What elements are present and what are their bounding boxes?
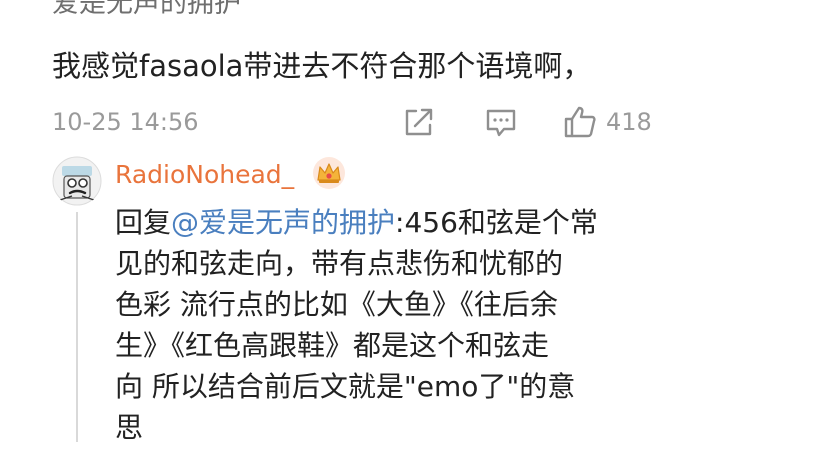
avatar-face-icon bbox=[52, 156, 102, 206]
thread-line bbox=[76, 212, 78, 442]
share-button[interactable] bbox=[402, 104, 436, 140]
comment-icon bbox=[486, 109, 516, 137]
reply-line-1: 回复@爱是无声的拥护:456和弦是个常 bbox=[115, 202, 675, 243]
share-icon bbox=[405, 108, 433, 136]
reply-prefix: 回复 bbox=[115, 206, 172, 239]
reply-line-4: 生》《红色高跟鞋》都是这个和弦走 bbox=[115, 329, 550, 362]
mention-link[interactable]: @爱是无声的拥护 bbox=[171, 206, 395, 239]
comment-button[interactable] bbox=[484, 104, 518, 140]
comment-meta-row: 10-25 14:56 418 bbox=[52, 104, 672, 144]
reply-line-3: 色彩 流行点的比如《大鱼》《往后余 bbox=[115, 288, 558, 321]
reply-first-line-rest: :456和弦是个常 bbox=[395, 206, 598, 239]
reply-line-6: 思 bbox=[115, 411, 144, 444]
reply-body: 回复@爱是无声的拥护:456和弦是个常 见的和弦走向，带有点悲伤和忧郁的 色彩 … bbox=[115, 202, 675, 448]
reply-thread: RadioNohead_ 回复@爱是无声的拥护:456和弦是个常 见的和弦走向，… bbox=[52, 154, 782, 454]
comment-timestamp: 10-25 14:56 bbox=[52, 108, 199, 136]
crown-icon bbox=[313, 157, 345, 189]
like-count: 418 bbox=[606, 108, 652, 136]
comment-text: 我感觉fasaola带进去不符合那个语境啊， bbox=[52, 49, 592, 83]
comment-author[interactable]: 爱是无声的拥护 bbox=[52, 0, 241, 22]
like-icon bbox=[564, 106, 596, 138]
reply-line-2: 见的和弦走向，带有点悲伤和忧郁的 bbox=[115, 247, 564, 280]
avatar[interactable] bbox=[52, 156, 102, 206]
reply-username[interactable]: RadioNohead_ bbox=[115, 160, 294, 189]
like-button[interactable]: 418 bbox=[562, 104, 652, 140]
reply-line-5: 向 所以结合前后文就是"emo了"的意 bbox=[115, 370, 576, 403]
